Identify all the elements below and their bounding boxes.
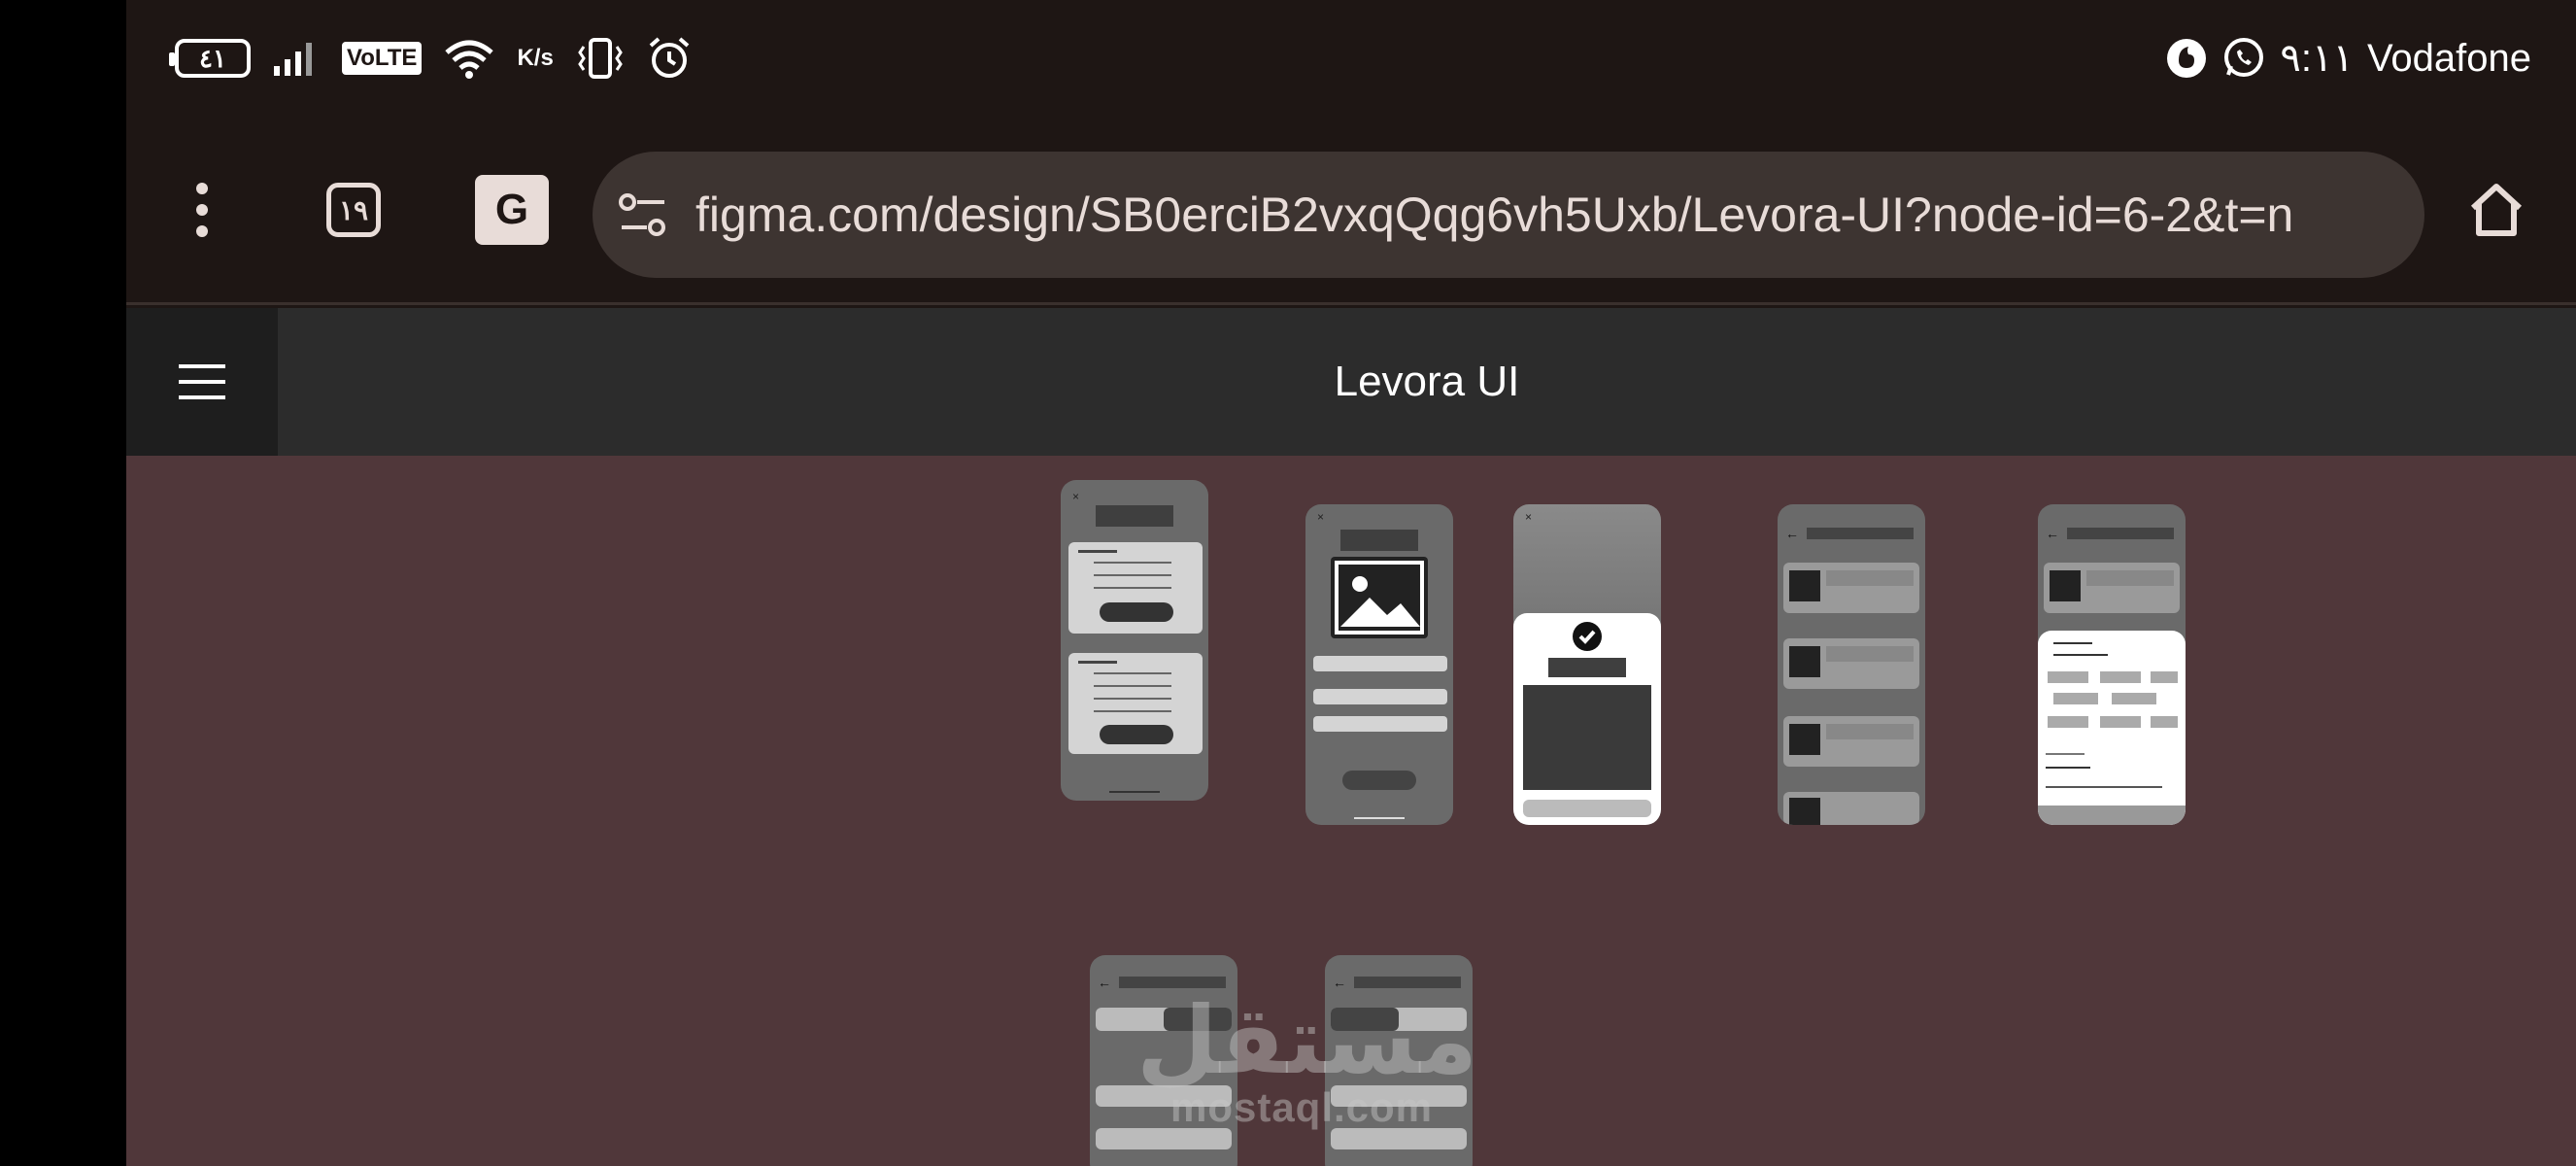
- more-menu-icon: [196, 183, 208, 237]
- status-bar: ٤١ VoLTE K/s ٩:١١ Vodafone: [126, 0, 2576, 115]
- vodafone-logo-icon: [2167, 39, 2207, 78]
- frame-favorites-list[interactable]: ←: [1778, 504, 1925, 825]
- speed-unit: K/s: [517, 45, 554, 71]
- home-button[interactable]: [2457, 171, 2535, 249]
- site-settings-icon[interactable]: [618, 190, 668, 239]
- status-left: ٤١ VoLTE K/s: [169, 29, 692, 87]
- watermark: مستقل mostaql.com: [1136, 986, 1478, 1130]
- battery-icon: ٤١: [169, 39, 251, 78]
- file-title: Levora UI: [1334, 358, 1520, 405]
- image-placeholder-icon: [1335, 561, 1424, 634]
- translate-button[interactable]: G: [470, 171, 554, 249]
- carrier-name: Vodafone: [2366, 36, 2531, 80]
- watermark-latin: mostaql.com: [1169, 1084, 1434, 1130]
- phone-screen: ٤١ VoLTE K/s ٩:١١ Vodafone ١٩ G figma.co…: [126, 0, 2576, 1166]
- status-right: ٩:١١ Vodafone: [2165, 29, 2531, 87]
- browser-toolbar: ١٩ G figma.com/design/SB0erciB2vxqQqg6vh…: [126, 115, 2576, 305]
- clock: ٩:١١: [2280, 37, 2354, 80]
- home-icon: [2470, 184, 2523, 236]
- hamburger-menu-icon[interactable]: [126, 308, 278, 456]
- watermark-arabic: مستقل: [1136, 986, 1478, 1095]
- whatsapp-icon: [2224, 38, 2264, 77]
- network-speed: K/s: [517, 47, 553, 70]
- tabs-button[interactable]: ١٩: [315, 171, 392, 249]
- wifi-icon: [445, 40, 494, 79]
- battery-level: ٤١: [199, 43, 226, 73]
- tab-count: ١٩: [338, 194, 369, 225]
- signal-bars-icon: [274, 43, 312, 76]
- tabs-icon: ١٩: [326, 183, 381, 237]
- vibrate-icon: [577, 38, 623, 79]
- alarm-icon: [649, 37, 690, 78]
- translate-icon: G: [475, 175, 549, 245]
- design-canvas[interactable]: × × × ← ← ← ← مستقل mostaql.com: [126, 456, 2576, 1166]
- frame-success-sheet[interactable]: ×: [1513, 504, 1661, 825]
- frame-image-options[interactable]: ×: [1305, 504, 1453, 825]
- volte-badge: VoLTE: [342, 42, 423, 75]
- verified-badge-icon: [1573, 622, 1602, 651]
- more-menu-button[interactable]: [163, 171, 241, 249]
- frame-checklist[interactable]: ×: [1061, 480, 1208, 801]
- frame-detail-sheet[interactable]: ←: [2038, 504, 2186, 825]
- figma-header: Levora UI: [126, 308, 2576, 456]
- address-bar[interactable]: figma.com/design/SB0erciB2vxqQqg6vh5Uxb/…: [593, 152, 2424, 278]
- url-text[interactable]: figma.com/design/SB0erciB2vxqQqg6vh5Uxb/…: [695, 152, 2293, 278]
